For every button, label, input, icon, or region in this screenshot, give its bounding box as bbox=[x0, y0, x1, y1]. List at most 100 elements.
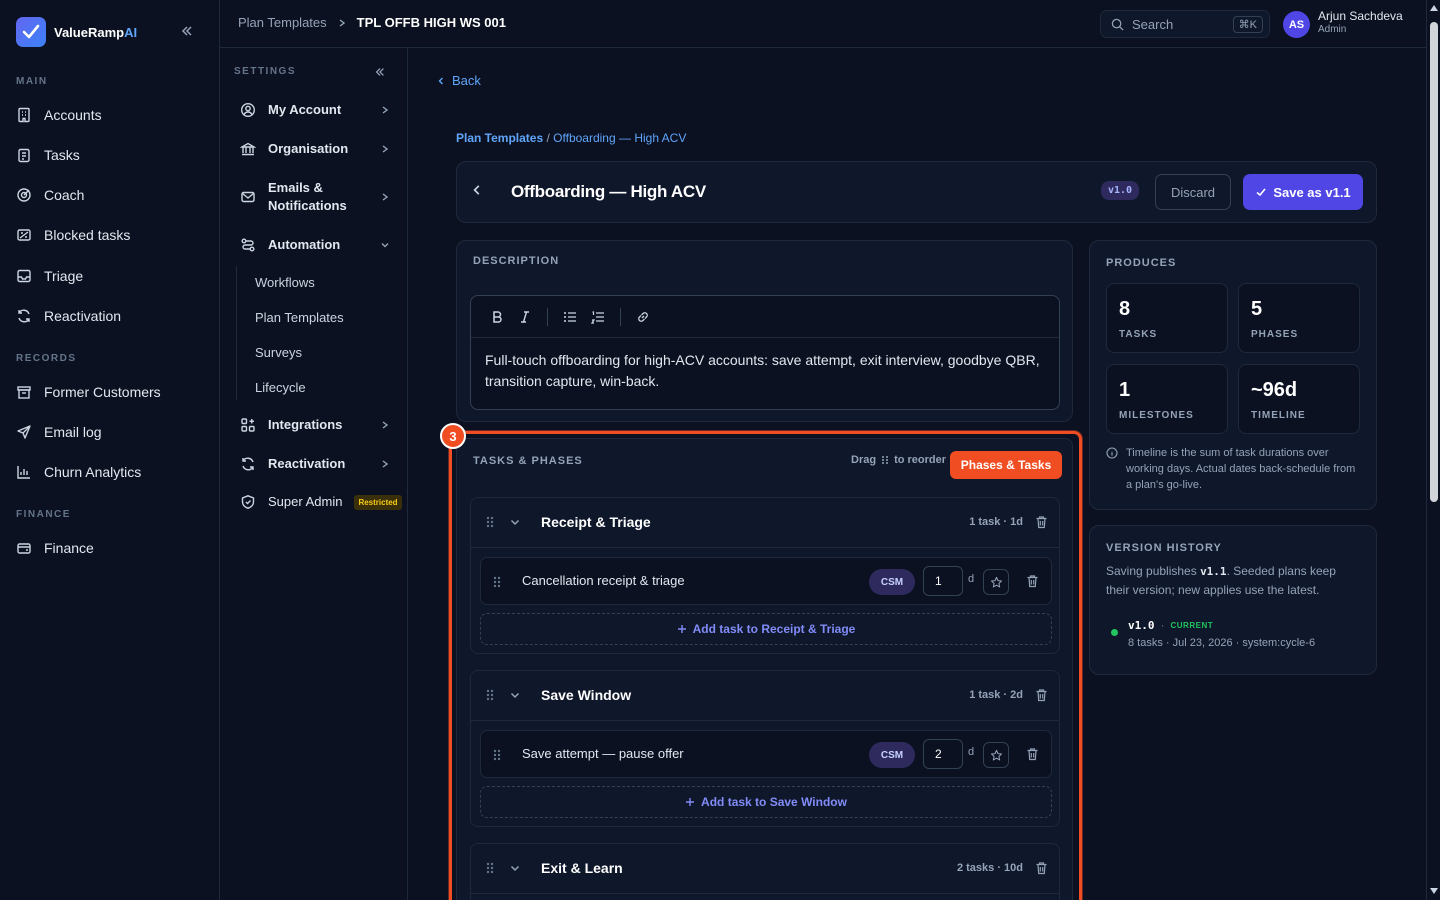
toolbar-divider bbox=[547, 307, 548, 326]
stat-value: 8 bbox=[1119, 298, 1131, 320]
settings-item-label: My Account bbox=[268, 102, 342, 117]
description-editor[interactable]: Full-touch offboarding for high-ACV acco… bbox=[470, 295, 1060, 410]
settings-sub-surveys[interactable]: Surveys bbox=[255, 345, 302, 360]
scroll-down-icon[interactable] bbox=[1430, 888, 1438, 894]
settings-sub-workflows[interactable]: Workflows bbox=[255, 275, 315, 290]
building-icon bbox=[18, 107, 30, 123]
settings-sub-lifecycle[interactable]: Lifecycle bbox=[255, 380, 306, 395]
bullet-list-icon[interactable] bbox=[558, 305, 582, 329]
target-icon bbox=[17, 188, 31, 202]
chevron-right-icon bbox=[382, 145, 389, 153]
save-version-button[interactable]: Save as v1.1 bbox=[1243, 174, 1363, 210]
sidebar-item-label: Blocked tasks bbox=[44, 227, 131, 243]
settings-item-organisation[interactable]: Organisation bbox=[240, 140, 390, 158]
version-entry-number: v1.0 bbox=[1128, 618, 1155, 632]
settings-item-label: Organisation bbox=[268, 141, 349, 156]
scroll-up-icon[interactable] bbox=[1430, 5, 1438, 11]
bold-icon[interactable] bbox=[485, 305, 509, 329]
blocked-icon bbox=[17, 229, 31, 241]
current-status-dot bbox=[1111, 629, 1118, 636]
chevron-right-icon bbox=[382, 193, 389, 201]
mail-icon bbox=[241, 191, 255, 203]
page-title: Offboarding — High ACV bbox=[511, 182, 706, 201]
collapse-sidebar-icon[interactable] bbox=[180, 24, 194, 38]
chevron-left-icon bbox=[438, 77, 443, 84]
italic-icon[interactable] bbox=[513, 305, 537, 329]
numbered-list-icon[interactable] bbox=[586, 305, 610, 329]
sidebar-item-email-log[interactable]: Email log bbox=[16, 416, 206, 448]
sidebar-item-label: Email log bbox=[44, 424, 102, 440]
description-text: Full-touch offboarding for high-ACV acco… bbox=[485, 352, 1040, 389]
search-shortcut: ⌘K bbox=[1232, 15, 1263, 33]
sidebar-item-blocked-tasks[interactable]: Blocked tasks bbox=[16, 219, 206, 251]
section-label-main: MAIN bbox=[16, 76, 48, 87]
search-placeholder: Search bbox=[1132, 16, 1174, 32]
sidebar-item-label: Former Customers bbox=[44, 384, 161, 400]
version-badge: v1.0 bbox=[1101, 181, 1140, 200]
search-input[interactable]: Search ⌘K bbox=[1100, 10, 1270, 38]
sidebar-item-churn-analytics[interactable]: Churn Analytics bbox=[16, 456, 206, 488]
sidebar-item-triage[interactable]: Triage bbox=[16, 260, 206, 292]
stat-label: TASKS bbox=[1119, 329, 1158, 340]
user-name: Arjun Sachdeva bbox=[1318, 9, 1403, 23]
chevron-right-icon bbox=[339, 18, 345, 27]
chevron-down-icon bbox=[381, 243, 389, 248]
save-label: Save as v1.1 bbox=[1273, 184, 1351, 200]
sidebar-item-former-customers[interactable]: Former Customers bbox=[16, 376, 206, 408]
scroll-thumb[interactable] bbox=[1430, 22, 1438, 502]
settings-item-emails-notifications[interactable]: Emails & Notifications bbox=[240, 179, 390, 215]
sidebar-item-finance[interactable]: Finance bbox=[16, 532, 206, 564]
collapse-settings-icon[interactable] bbox=[374, 66, 386, 78]
sidebar-item-coach[interactable]: Coach bbox=[16, 179, 206, 211]
chevron-right-icon bbox=[382, 421, 389, 429]
stat-milestones: 1 MILESTONES bbox=[1106, 364, 1228, 434]
chart-icon bbox=[17, 466, 30, 479]
version-history-description: Saving publishes v1.1. Seeded plans keep… bbox=[1106, 564, 1336, 597]
avatar[interactable]: AS bbox=[1283, 11, 1310, 38]
page-breadcrumb-current: Offboarding — High ACV bbox=[553, 131, 687, 145]
link-icon[interactable] bbox=[631, 305, 655, 329]
discard-button[interactable]: Discard bbox=[1155, 174, 1231, 210]
back-link[interactable]: Back bbox=[436, 73, 481, 88]
stat-value: 1 bbox=[1119, 379, 1131, 401]
shield-icon bbox=[241, 495, 255, 510]
current-tag: CURRENT bbox=[1170, 620, 1214, 630]
sidebar-item-label: Tasks bbox=[44, 147, 80, 163]
user-menu[interactable]: Arjun Sachdeva Admin bbox=[1318, 10, 1403, 36]
description-label: DESCRIPTION bbox=[473, 255, 560, 267]
settings-item-super-admin[interactable]: Super Admin Restricted bbox=[240, 493, 410, 511]
page-breadcrumb-parent[interactable]: Plan Templates bbox=[456, 131, 543, 145]
user-role: Admin bbox=[1318, 24, 1347, 35]
scrollbar[interactable] bbox=[1426, 0, 1440, 900]
chevron-right-icon bbox=[382, 460, 389, 468]
refresh-icon bbox=[242, 457, 254, 471]
settings-sub-plan-templates[interactable]: Plan Templates bbox=[255, 310, 344, 325]
settings-item-my-account[interactable]: My Account bbox=[240, 101, 390, 119]
settings-item-label: Automation bbox=[268, 237, 341, 252]
produces-card: PRODUCES 8 TASKS 5 PHASES 1 MILESTONES ~… bbox=[1089, 240, 1377, 510]
sidebar-item-tasks[interactable]: Tasks bbox=[16, 139, 206, 171]
back-arrow-icon[interactable] bbox=[471, 184, 483, 196]
sidebar-item-accounts[interactable]: Accounts bbox=[16, 99, 206, 131]
check-icon bbox=[1256, 188, 1266, 197]
section-label-records: RECORDS bbox=[16, 353, 77, 364]
sub-nav-divider bbox=[236, 266, 237, 400]
settings-item-reactivation[interactable]: Reactivation bbox=[240, 455, 390, 473]
brand[interactable]: ValueRampAI bbox=[16, 16, 137, 48]
stat-tasks: 8 TASKS bbox=[1106, 283, 1228, 353]
stat-phases: 5 PHASES bbox=[1238, 283, 1360, 353]
top-bar: Plan Templates TPL OFFB HIGH WS 001 Sear… bbox=[220, 0, 1426, 48]
breadcrumb-parent[interactable]: Plan Templates bbox=[238, 15, 327, 30]
logo-icon bbox=[16, 17, 46, 47]
settings-item-integrations[interactable]: Integrations bbox=[240, 416, 390, 434]
version-entry[interactable]: v1.0 · CURRENT bbox=[1128, 618, 1213, 632]
settings-item-automation[interactable]: Automation bbox=[240, 236, 390, 254]
stat-label: PHASES bbox=[1251, 329, 1299, 340]
send-icon bbox=[17, 425, 31, 439]
step-badge: 3 bbox=[440, 423, 466, 449]
sidebar-item-reactivation[interactable]: Reactivation bbox=[16, 300, 206, 332]
settings-item-label: Super Admin bbox=[268, 494, 343, 509]
timeline-note-text: Timeline is the sum of task durations ov… bbox=[1126, 447, 1356, 491]
version-entry-detail: 8 tasks · Jul 23, 2026 · system:cycle-6 bbox=[1128, 637, 1316, 649]
chevron-right-icon bbox=[382, 106, 389, 114]
